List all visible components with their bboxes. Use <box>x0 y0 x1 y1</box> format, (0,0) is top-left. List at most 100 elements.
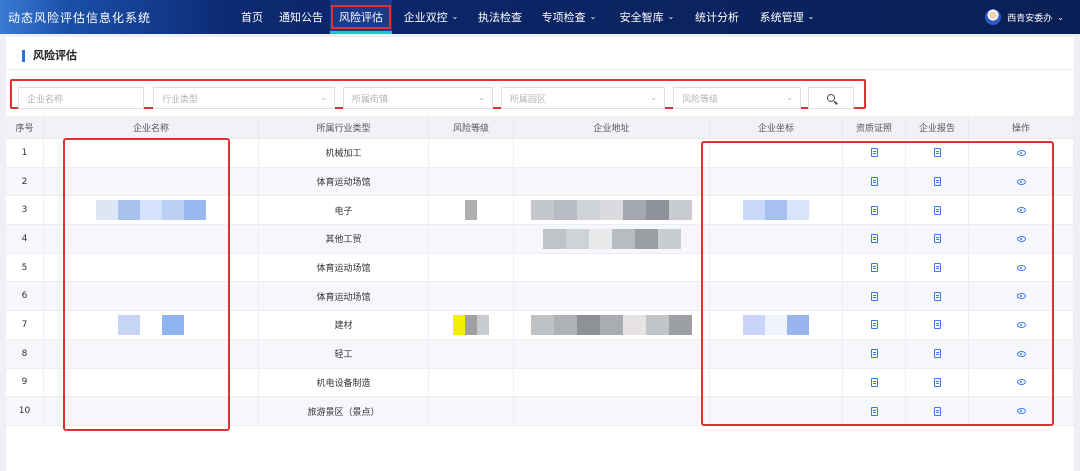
address-cell <box>514 339 710 368</box>
nav-label: 安全智库 <box>619 11 664 24</box>
chevron-down-icon: ⌄ <box>451 11 459 21</box>
address-cell <box>514 253 710 282</box>
nav-item-home[interactable]: 首页 <box>232 0 272 34</box>
row-number: 9 <box>6 368 44 397</box>
col-header-actions: 操作 <box>969 116 1074 138</box>
risk-level-cell <box>429 368 514 397</box>
industry-cell: 机械加工 <box>259 139 429 167</box>
risk-level-cell <box>429 253 514 282</box>
redacted-address <box>531 314 692 335</box>
col-header-report: 企业报告 <box>906 116 969 138</box>
redacted-address <box>542 228 681 249</box>
top-nav-bar: 动态风险评估信息化系统 首页 通知公告 风险评估 企业双控 ⌄ 执法检查 专项检查… <box>0 0 1080 34</box>
row-number: 5 <box>6 253 44 282</box>
col-header-company: 企业名称 <box>44 116 259 138</box>
risk-level-cell <box>429 167 514 196</box>
industry-cell: 旅游景区（景点） <box>259 397 429 425</box>
nav-item-dual-control[interactable]: 企业双控 ⌄ <box>392 0 470 34</box>
row-number: 6 <box>6 282 44 311</box>
nav-item-system-admin[interactable]: 系统管理 ⌄ <box>748 0 826 34</box>
industry-cell: 建材 <box>259 311 429 339</box>
nav-label: 企业双控 <box>403 11 448 24</box>
user-name: 西青安委办 <box>1007 13 1053 24</box>
nav-label: 执法检查 <box>478 11 522 24</box>
chevron-down-icon: ⌄ <box>320 93 327 102</box>
col-header-industry: 所属行业类型 <box>259 116 429 138</box>
nav-label: 专项检查 <box>541 11 586 24</box>
content-panel: 风险评估 企业名称 行业类型 ⌄ 所属街镇 ⌄ 所属园区 ⌄ 风险等级 ⌄ 序号… <box>6 37 1074 471</box>
chevron-down-icon: ⌄ <box>786 93 793 102</box>
nav-label: 统计分析 <box>695 11 739 24</box>
address-cell <box>514 311 710 339</box>
annotation-box-coordinates-actions <box>701 141 1054 426</box>
user-menu[interactable]: 西青安委办 ⌄ <box>985 0 1064 34</box>
redacted-address <box>531 200 692 221</box>
chevron-down-icon: ⌄ <box>1057 12 1064 22</box>
search-button[interactable] <box>808 87 854 109</box>
risk-level-cell <box>429 225 514 253</box>
placeholder-text: 所属街镇 <box>352 94 389 105</box>
annotation-box-company <box>63 138 230 431</box>
app-logo: 动态风险评估信息化系统 <box>0 0 232 34</box>
nav-label: 系统管理 <box>759 11 804 24</box>
redacted-risk-level <box>465 200 477 221</box>
risk-level-cell <box>429 139 514 167</box>
placeholder-text: 风险等级 <box>682 94 719 105</box>
address-cell <box>514 196 710 225</box>
search-icon <box>827 94 835 102</box>
industry-cell: 轻工 <box>259 339 429 368</box>
chevron-down-icon: ⌄ <box>589 11 597 21</box>
chevron-down-icon: ⌄ <box>807 11 815 21</box>
filter-bar: 企业名称 行业类型 ⌄ 所属街镇 ⌄ 所属园区 ⌄ 风险等级 ⌄ <box>10 79 866 109</box>
address-cell <box>514 167 710 196</box>
page-title: 风险评估 <box>22 50 77 62</box>
industry-cell: 体育运动场馆 <box>259 167 429 196</box>
row-number: 8 <box>6 339 44 368</box>
address-cell <box>514 139 710 167</box>
main-nav: 首页 通知公告 风险评估 企业双控 ⌄ 执法检查 专项检查 ⌄ 安全智库 ⌄ 统计分析… <box>232 0 826 34</box>
row-number: 1 <box>6 139 44 167</box>
avatar <box>985 9 1002 25</box>
risk-level-cell <box>429 311 514 339</box>
col-header-address: 企业地址 <box>514 116 710 138</box>
row-number: 4 <box>6 225 44 253</box>
nav-item-risk-assessment[interactable]: 风险评估 <box>330 0 392 34</box>
table-header: 序号 企业名称 所属行业类型 风险等级 企业地址 企业坐标 资质证照 企业报告 … <box>6 116 1074 139</box>
divider <box>6 69 1074 70</box>
row-number: 3 <box>6 196 44 225</box>
risk-level-cell <box>429 397 514 425</box>
address-cell <box>514 225 710 253</box>
industry-cell: 机电设备制造 <box>259 368 429 397</box>
nav-label: 首页 <box>241 11 263 24</box>
nav-label: 通知公告 <box>279 11 323 24</box>
street-select[interactable]: 所属街镇 ⌄ <box>343 87 493 109</box>
industry-cell: 其他工贸 <box>259 225 429 253</box>
col-header-license: 资质证照 <box>843 116 906 138</box>
chevron-down-icon: ⌄ <box>650 93 657 102</box>
redacted-risk-level <box>453 314 489 335</box>
industry-cell: 电子 <box>259 196 429 225</box>
nav-item-safety-library[interactable]: 安全智库 ⌄ <box>608 0 686 34</box>
risk-level-cell <box>429 339 514 368</box>
address-cell <box>514 368 710 397</box>
nav-item-notice[interactable]: 通知公告 <box>272 0 330 34</box>
row-number: 2 <box>6 167 44 196</box>
address-cell <box>514 397 710 425</box>
col-header-risk: 风险等级 <box>429 116 514 138</box>
nav-item-enforcement[interactable]: 执法检查 <box>470 0 530 34</box>
placeholder-text: 所属园区 <box>510 94 547 105</box>
row-number: 10 <box>6 397 44 425</box>
industry-type-select[interactable]: 行业类型 ⌄ <box>153 87 335 109</box>
nav-item-special-inspection[interactable]: 专项检查 ⌄ <box>530 0 608 34</box>
nav-item-statistics[interactable]: 统计分析 <box>686 0 748 34</box>
row-number: 7 <box>6 311 44 339</box>
col-header-no: 序号 <box>6 116 44 138</box>
risk-level-cell <box>429 282 514 311</box>
industry-cell: 体育运动场馆 <box>259 282 429 311</box>
address-cell <box>514 282 710 311</box>
risk-level-cell <box>429 196 514 225</box>
park-select[interactable]: 所属园区 ⌄ <box>501 87 665 109</box>
placeholder-text: 行业类型 <box>162 94 199 105</box>
company-name-input[interactable]: 企业名称 <box>18 87 144 109</box>
risk-level-select[interactable]: 风险等级 ⌄ <box>673 87 801 109</box>
